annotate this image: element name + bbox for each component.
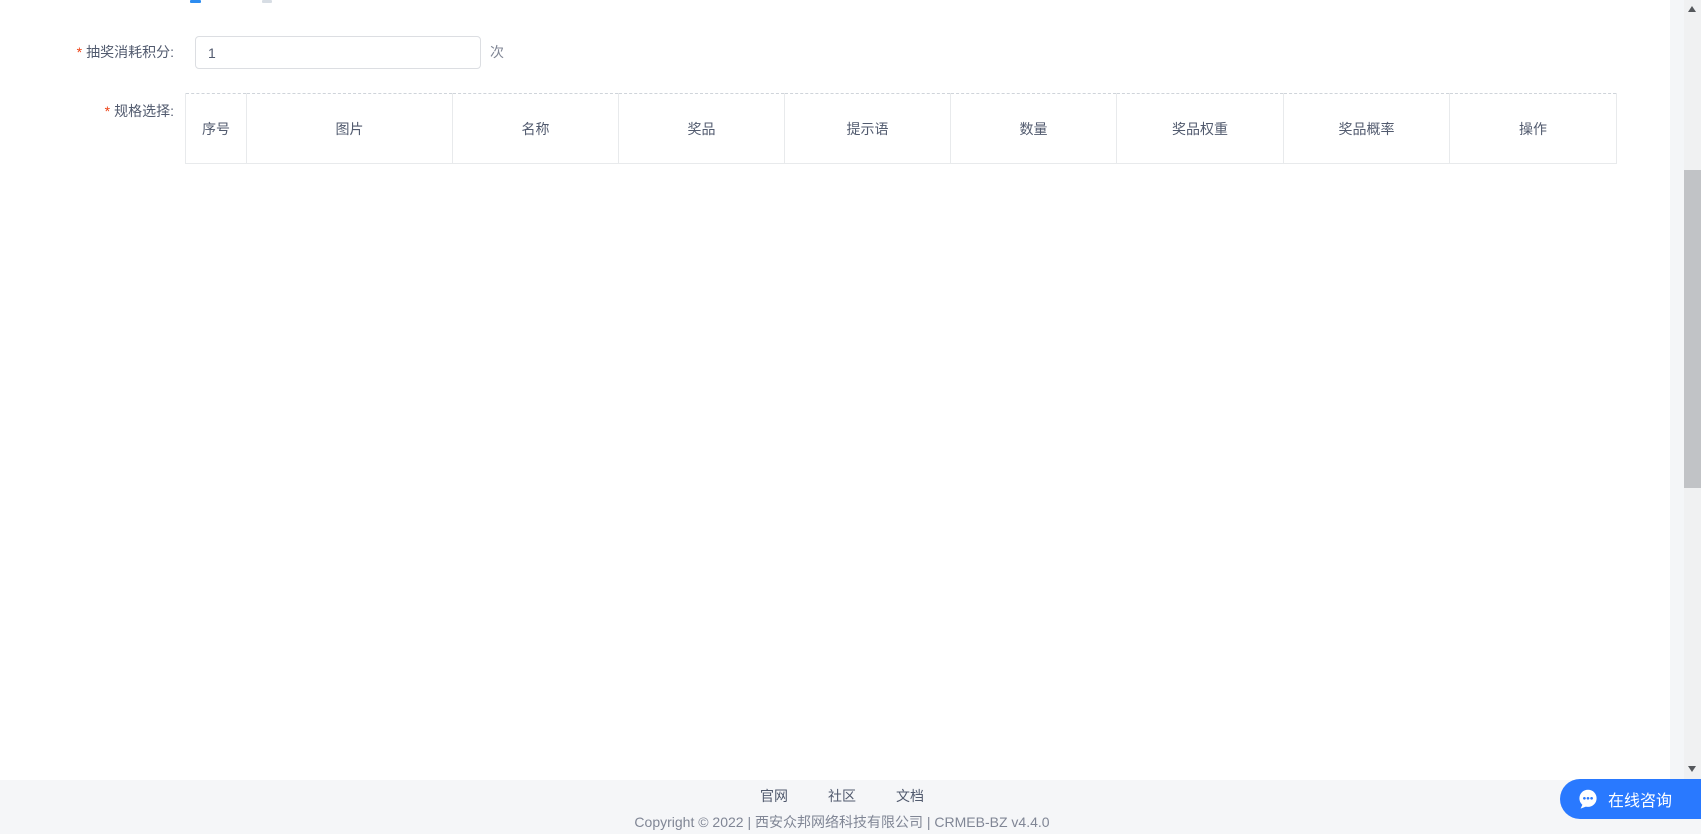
spec-table-container: 序号 图片 名称 奖品 提示语 数量 奖品权重 奖品概率 操作 — [185, 93, 1618, 780]
required-asterisk: * — [76, 44, 83, 60]
column-header-8: 奖品概率 — [1283, 93, 1450, 164]
scrollbar-up-arrow-icon[interactable] — [1688, 6, 1696, 12]
copyright-text: Copyright © 2022 | 西安众邦网络科技有限公司 | CRMEB-… — [634, 814, 1050, 830]
footer-link-1[interactable]: 官网 — [760, 786, 788, 806]
column-header-5: 提示语 — [784, 93, 951, 164]
column-header-7: 奖品权重 — [1116, 93, 1284, 164]
spec-table: 序号 图片 名称 奖品 提示语 数量 奖品权重 奖品概率 操作 — [185, 93, 1617, 164]
footer-link-3[interactable]: 文档 — [896, 786, 924, 806]
scrollbar-down-arrow-icon[interactable] — [1688, 766, 1696, 772]
content-right-gutter — [1670, 0, 1684, 780]
page-footer: 官网 社区 文档 Copyright © 2022 | 西安众邦网络科技有限公司 |… — [0, 780, 1701, 834]
footer-links: 官网 社区 文档 — [0, 786, 1684, 806]
points-input[interactable] — [195, 36, 481, 69]
spec-table-head: 序号 图片 名称 奖品 提示语 数量 奖品权重 奖品概率 操作 — [185, 93, 1617, 164]
column-header-1: 序号 — [185, 93, 247, 164]
column-header-2: 图片 — [246, 93, 453, 164]
online-consult-button[interactable]: 在线咨询 — [1560, 779, 1701, 819]
points-unit-label: 次 — [490, 44, 504, 60]
vertical-scrollbar-thumb[interactable] — [1684, 170, 1701, 488]
chat-bubble-icon — [1577, 788, 1599, 810]
points-label-text: 抽奖消耗积分: — [86, 44, 174, 60]
spec-label-text: 规格选择: — [114, 103, 174, 119]
column-header-3: 名称 — [452, 93, 619, 164]
column-header-6: 数量 — [950, 93, 1117, 164]
column-header-9: 操作 — [1449, 93, 1617, 164]
points-field-label: * 抽奖消耗积分: — [0, 36, 174, 69]
spec-field-label: * 规格选择: — [0, 95, 174, 128]
column-header-4: 奖品 — [618, 93, 785, 164]
required-asterisk: * — [104, 103, 111, 119]
footer-link-2[interactable]: 社区 — [828, 786, 856, 806]
active-tab-remnant — [190, 0, 201, 3]
inactive-tab-remnant — [262, 0, 272, 3]
consult-button-label: 在线咨询 — [1608, 793, 1673, 810]
